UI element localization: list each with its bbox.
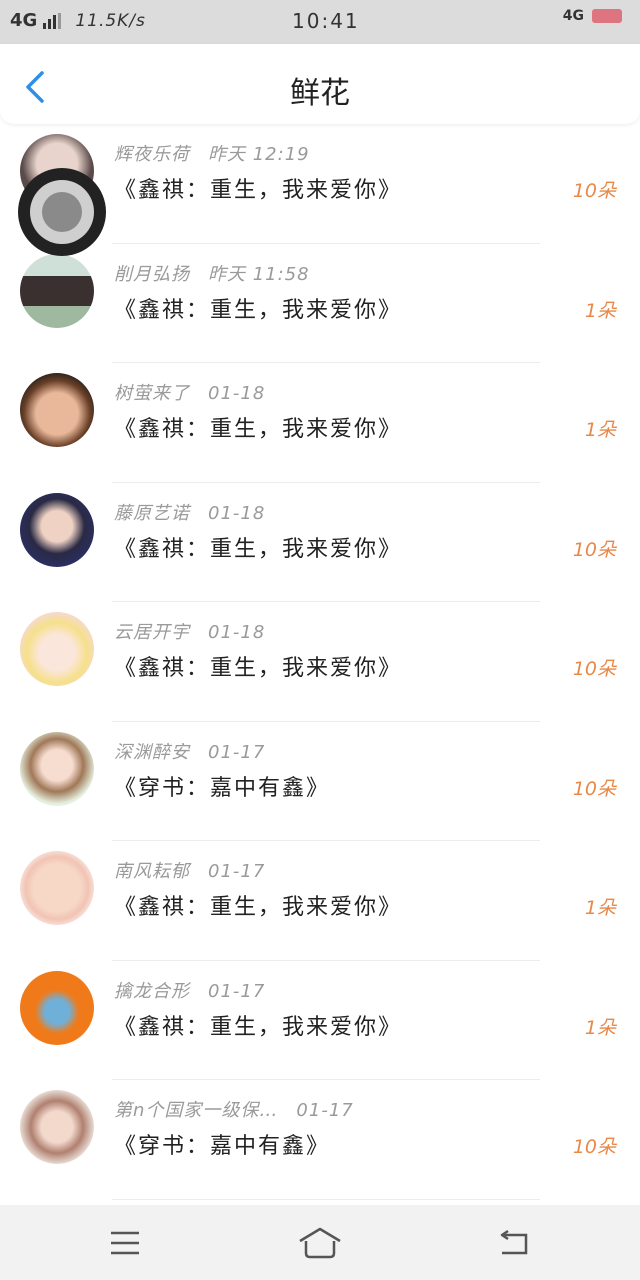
bottom-nav-bar bbox=[0, 1205, 640, 1280]
battery-icon bbox=[592, 9, 622, 23]
timestamp: 01-18 bbox=[208, 622, 266, 643]
flower-amount: 1朵 bbox=[584, 897, 616, 919]
list-item[interactable]: 藤原艺诺 01-18 《鑫祺：重生，我来爱你》 10朵 bbox=[0, 483, 640, 602]
book-title: 《鑫祺：重生，我来爱你》 bbox=[114, 656, 403, 681]
page-title: 鲜花 bbox=[290, 76, 350, 111]
book-title: 《鑫祺：重生，我来爱你》 bbox=[114, 297, 403, 323]
timestamp: 01-18 bbox=[208, 383, 266, 404]
network-speed: 11.5K/s bbox=[75, 10, 146, 31]
flower-amount: 10朵 bbox=[572, 538, 616, 561]
book-title: 《鑫祺：重生，我来爱你》 bbox=[114, 178, 403, 203]
flower-amount: 10朵 bbox=[572, 777, 616, 800]
avatar bbox=[20, 851, 94, 925]
sender-name: 深渊醉安 bbox=[114, 741, 190, 763]
divider bbox=[112, 1198, 540, 1200]
flower-amount: 1朵 bbox=[584, 1016, 616, 1039]
timestamp: 昨天 12:19 bbox=[208, 144, 310, 165]
network-type: 4G bbox=[10, 10, 38, 31]
sender-name: 云居开宇 bbox=[114, 622, 190, 643]
menu-icon bbox=[111, 1231, 139, 1255]
book-title: 《鑫祺：重生，我来爱你》 bbox=[114, 1014, 403, 1040]
list-item[interactable]: 削月弘扬 昨天 11:58 《鑫祺：重生，我来爱你》 1朵 bbox=[0, 244, 640, 363]
list-item[interactable]: 南风耘郁 01-17 《鑫祺：重生，我来爱你》 1朵 bbox=[0, 841, 640, 961]
book-title: 《穿书：嘉中有鑫》 bbox=[114, 1134, 331, 1159]
status-right: 4G bbox=[563, 8, 622, 24]
network-type-secondary: 4G bbox=[562, 8, 584, 24]
timestamp: 昨天 11:58 bbox=[208, 263, 310, 285]
avatar bbox=[20, 253, 94, 328]
sender-name: 削月弘扬 bbox=[114, 263, 190, 285]
avatar bbox=[20, 612, 94, 686]
clock: 10:41 bbox=[292, 9, 360, 33]
assistive-core bbox=[42, 192, 82, 232]
flower-amount: 1朵 bbox=[584, 419, 616, 441]
list-item[interactable]: 第n个国家一级保… 01-17 《穿书：嘉中有鑫》 10朵 bbox=[0, 1080, 640, 1200]
timestamp: 01-17 bbox=[208, 861, 266, 882]
book-title: 《鑫祺：重生，我来爱你》 bbox=[114, 417, 403, 442]
list-item[interactable]: 树萤来了 01-18 《鑫祺：重生，我来爱你》 1朵 bbox=[0, 363, 640, 483]
flower-amount: 1朵 bbox=[584, 299, 616, 322]
avatar bbox=[20, 1090, 94, 1164]
return-icon bbox=[500, 1229, 528, 1255]
sender-name: 树萤来了 bbox=[114, 383, 190, 404]
signal-icon bbox=[43, 12, 62, 29]
home-icon bbox=[299, 1227, 341, 1259]
sender-name: 藤原艺诺 bbox=[114, 502, 190, 524]
menu-button[interactable] bbox=[105, 1225, 145, 1261]
assistive-touch-button[interactable] bbox=[18, 168, 106, 256]
timestamp: 01-17 bbox=[208, 741, 266, 763]
status-bar: 4G 11.5K/s 10:41 4G bbox=[0, 0, 640, 44]
sender-name: 辉夜乐荷 bbox=[114, 144, 190, 165]
sender-name: 南风耘郁 bbox=[114, 861, 190, 882]
flower-list: 辉夜乐荷 昨天 12:19 《鑫祺：重生，我来爱你》 10朵 削月弘扬 昨天 11:… bbox=[0, 124, 640, 1200]
avatar bbox=[20, 970, 94, 1045]
flower-amount: 10朵 bbox=[572, 658, 616, 680]
book-title: 《鑫祺：重生，我来爱你》 bbox=[114, 895, 403, 920]
status-left: 4G 11.5K/s bbox=[10, 10, 146, 31]
list-item[interactable]: 云居开宇 01-18 《鑫祺：重生，我来爱你》 10朵 bbox=[0, 602, 640, 722]
return-button[interactable] bbox=[496, 1225, 536, 1261]
avatar bbox=[20, 492, 94, 567]
timestamp: 01-18 bbox=[208, 502, 266, 524]
nav-header: 鲜花 bbox=[0, 44, 640, 124]
book-title: 《鑫祺：重生，我来爱你》 bbox=[114, 536, 403, 562]
book-title: 《穿书：嘉中有鑫》 bbox=[114, 775, 331, 801]
timestamp: 01-17 bbox=[296, 1100, 354, 1121]
sender-name: 第n个国家一级保… bbox=[114, 1100, 279, 1121]
avatar bbox=[20, 373, 94, 447]
list-item[interactable]: 擒龙合形 01-17 《鑫祺：重生，我来爱你》 1朵 bbox=[0, 961, 640, 1080]
list-item[interactable]: 深渊醉安 01-17 《穿书：嘉中有鑫》 10朵 bbox=[0, 722, 640, 841]
flower-amount: 10朵 bbox=[572, 180, 616, 202]
avatar bbox=[20, 731, 94, 806]
home-button[interactable] bbox=[298, 1225, 342, 1261]
flower-amount: 10朵 bbox=[572, 1136, 616, 1158]
sender-name: 擒龙合形 bbox=[114, 980, 190, 1002]
timestamp: 01-17 bbox=[208, 980, 266, 1002]
